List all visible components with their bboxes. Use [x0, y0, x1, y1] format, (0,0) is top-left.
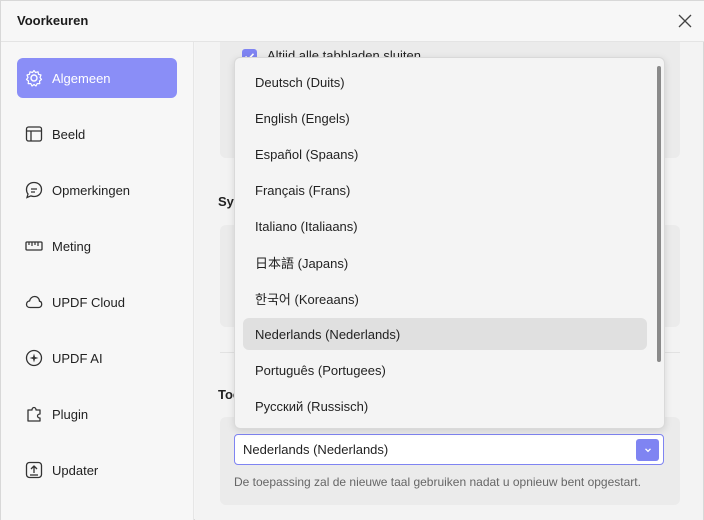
sidebar-item-updf-cloud[interactable]: UPDF Cloud — [17, 282, 177, 322]
preferences-window: Voorkeuren Algemeen Beeld Opmerkingen Me… — [0, 0, 704, 520]
gear-icon — [24, 68, 44, 88]
language-option[interactable]: 日本語 (Japans) — [243, 246, 647, 278]
sidebar-item-label: UPDF Cloud — [52, 294, 125, 310]
sidebar-item-label: Plugin — [52, 406, 89, 422]
sidebar-item-label: Updater — [52, 462, 99, 478]
sidebar-item-label: Beeld — [52, 126, 86, 142]
sidebar-item-opmerkingen[interactable]: Opmerkingen — [17, 170, 177, 210]
sidebar-item-beeld[interactable]: Beeld — [17, 114, 177, 154]
layout-icon — [24, 124, 44, 144]
language-select[interactable]: Nederlands (Nederlands) — [234, 434, 664, 465]
language-option[interactable]: English (Engels) — [243, 102, 647, 134]
update-icon — [24, 460, 44, 480]
dropdown-scrollbar[interactable] — [657, 66, 661, 362]
close-icon — [678, 14, 692, 28]
plugin-icon — [24, 404, 44, 424]
language-option[interactable]: Deutsch (Duits) — [243, 66, 647, 98]
language-option[interactable]: Français (Frans) — [243, 174, 647, 206]
language-dropdown: Deutsch (Duits) English (Engels) Español… — [234, 57, 665, 429]
language-select-value: Nederlands (Nederlands) — [243, 442, 389, 457]
cloud-icon — [24, 292, 44, 312]
sidebar: Algemeen Beeld Opmerkingen Meting UPDF C… — [1, 42, 194, 520]
language-option-selected[interactable]: Nederlands (Nederlands) — [243, 318, 647, 350]
sidebar-item-plugin[interactable]: Plugin — [17, 394, 177, 434]
ruler-icon — [24, 236, 44, 256]
title-bar: Voorkeuren — [1, 1, 704, 42]
sidebar-item-meting[interactable]: Meting — [17, 226, 177, 266]
language-hint: De toepassing zal de nieuwe taal gebruik… — [234, 475, 641, 489]
sidebar-item-label: Opmerkingen — [52, 182, 131, 198]
close-button[interactable] — [673, 9, 697, 33]
sidebar-item-updater[interactable]: Updater — [17, 450, 177, 490]
sidebar-item-label: UPDF AI — [52, 350, 103, 366]
sidebar-item-label: Algemeen — [52, 70, 111, 86]
language-option[interactable]: Português (Portugees) — [243, 354, 647, 386]
sidebar-item-label: Meting — [52, 238, 92, 254]
language-option[interactable]: 한국어 (Koreaans) — [243, 282, 647, 314]
comment-icon — [24, 180, 44, 200]
language-option[interactable]: Русский (Russisch) — [243, 390, 647, 422]
ai-sparkle-icon — [24, 348, 44, 368]
window-title: Voorkeuren — [17, 13, 89, 28]
language-option[interactable]: Italiano (Italiaans) — [243, 210, 647, 242]
sidebar-item-algemeen[interactable]: Algemeen — [17, 58, 177, 98]
chevron-down-icon[interactable] — [636, 439, 659, 461]
language-option[interactable]: Español (Spaans) — [243, 138, 647, 170]
sidebar-item-updf-ai[interactable]: UPDF AI — [17, 338, 177, 378]
